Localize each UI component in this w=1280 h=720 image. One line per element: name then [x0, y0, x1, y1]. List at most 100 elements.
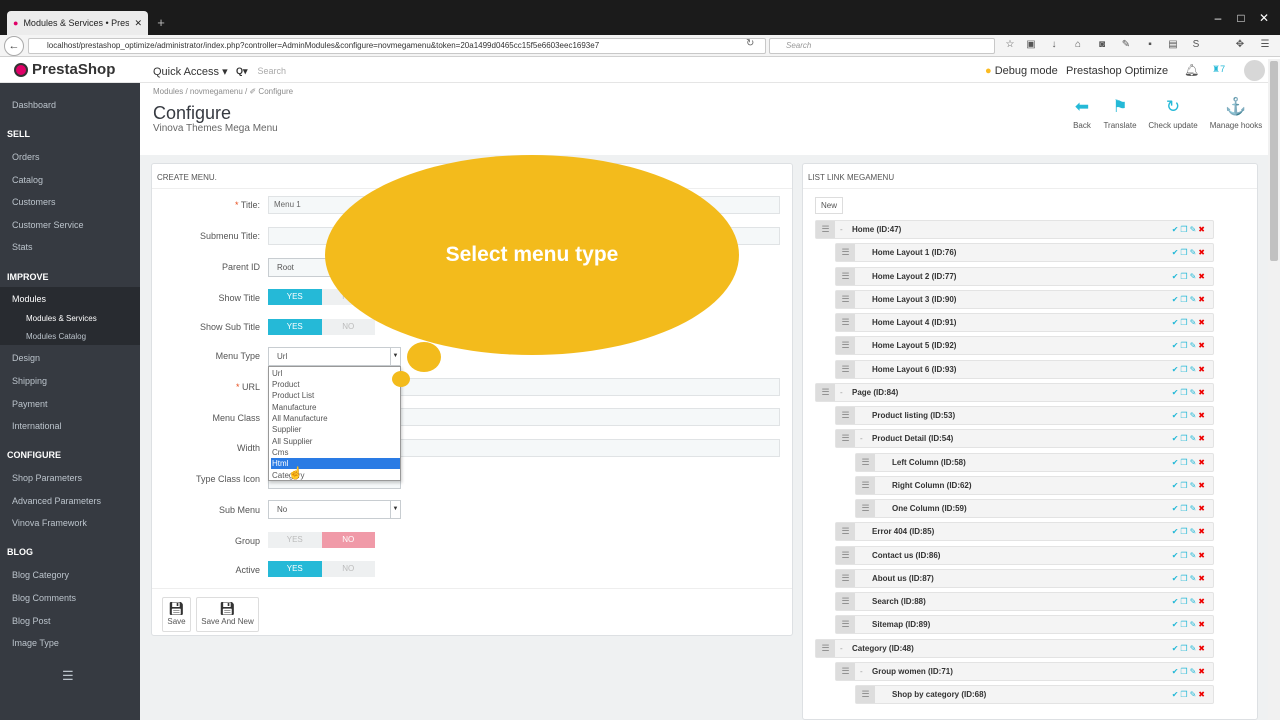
sidebar-item-shop-parameters[interactable]: Shop Parameters: [12, 473, 82, 483]
edit-icon[interactable]: ✎: [1190, 458, 1199, 467]
delete-icon[interactable]: ✖: [1198, 551, 1207, 560]
drag-handle-icon[interactable]: ☰: [836, 547, 855, 564]
drag-handle-icon[interactable]: ☰: [836, 593, 855, 610]
duplicate-icon[interactable]: ❐: [1180, 434, 1189, 443]
delete-icon[interactable]: ✖: [1198, 272, 1207, 281]
edit-icon[interactable]: ✎: [1190, 365, 1199, 374]
sidebar-item-blog-category[interactable]: Blog Category: [12, 570, 69, 580]
delete-icon[interactable]: ✖: [1198, 481, 1207, 490]
edit-icon[interactable]: ✎: [1190, 574, 1199, 583]
sidebar-item-modules[interactable]: Modules: [12, 294, 46, 304]
avatar[interactable]: [1244, 60, 1265, 81]
edit-icon[interactable]: ✎: [1190, 295, 1199, 304]
tree-node[interactable]: ☰ Home Layout 4 (ID:91) ✔❐✎✖: [835, 313, 1214, 332]
tree-node[interactable]: ☰ Sitemap (ID:89) ✔❐✎✖: [835, 615, 1214, 634]
option-cms[interactable]: Cms: [271, 447, 400, 458]
delete-icon[interactable]: ✖: [1198, 365, 1207, 374]
sidebar-item-payment[interactable]: Payment: [12, 399, 48, 409]
drag-handle-icon[interactable]: ☰: [856, 454, 875, 471]
drag-handle-icon[interactable]: ☰: [836, 314, 855, 331]
close-window-icon[interactable]: ✕: [1257, 12, 1271, 24]
edit-icon[interactable]: ✎: [1190, 225, 1199, 234]
duplicate-icon[interactable]: ❐: [1180, 411, 1189, 420]
edit-icon[interactable]: ✎: [1190, 341, 1199, 350]
tree-node[interactable]: ☰ Home Layout 6 (ID:93) ✔❐✎✖: [835, 360, 1214, 379]
duplicate-icon[interactable]: ❐: [1180, 644, 1189, 653]
edit-icon[interactable]: ✎: [1190, 597, 1199, 606]
show-sub-title-toggle[interactable]: YES NO: [268, 319, 375, 335]
duplicate-icon[interactable]: ❐: [1180, 341, 1189, 350]
drag-handle-icon[interactable]: ☰: [816, 384, 835, 401]
duplicate-icon[interactable]: ❐: [1180, 574, 1189, 583]
option-all-manufacture[interactable]: All Manufacture: [271, 413, 400, 424]
collapse-icon[interactable]: -: [840, 640, 843, 657]
drag-handle-icon[interactable]: ☰: [856, 477, 875, 494]
sidebar-item-stats[interactable]: Stats: [12, 242, 33, 252]
new-link-button[interactable]: New: [815, 197, 843, 214]
edit-icon[interactable]: ✎: [1190, 504, 1199, 513]
sidebar-item-advanced-parameters[interactable]: Advanced Parameters: [12, 496, 101, 506]
tree-node[interactable]: ☰ Error 404 (ID:85) ✔❐✎✖: [835, 522, 1214, 541]
reload-icon[interactable]: ↻: [746, 38, 754, 49]
duplicate-icon[interactable]: ❐: [1180, 481, 1189, 490]
drag-handle-icon[interactable]: ☰: [836, 268, 855, 285]
tree-node[interactable]: ☰ - Group women (ID:71) ✔❐✎✖: [835, 662, 1214, 681]
drag-handle-icon[interactable]: ☰: [836, 570, 855, 587]
drag-handle-icon[interactable]: ☰: [836, 407, 855, 424]
address-bar[interactable]: localhost/prestashop_optimize/administra…: [28, 38, 766, 54]
extension-icon[interactable]: ✥: [1233, 38, 1247, 52]
duplicate-icon[interactable]: ❐: [1180, 225, 1189, 234]
maximize-icon[interactable]: □: [1234, 12, 1248, 24]
edit-icon[interactable]: ✎: [1190, 411, 1199, 420]
option-url[interactable]: Url: [271, 368, 400, 379]
edit-icon[interactable]: ✎: [1190, 527, 1199, 536]
extension-icon[interactable]: ▪: [1143, 38, 1157, 52]
browser-back-icon[interactable]: ←: [4, 36, 24, 56]
edit-icon[interactable]: ✎: [1190, 434, 1199, 443]
sidebar-item-blog-comments[interactable]: Blog Comments: [12, 593, 76, 603]
drag-handle-icon[interactable]: ☰: [816, 221, 835, 238]
tree-node[interactable]: ☰ Home Layout 5 (ID:92) ✔❐✎✖: [835, 336, 1214, 355]
delete-icon[interactable]: ✖: [1198, 597, 1207, 606]
debug-mode-indicator[interactable]: ● Debug mode: [985, 65, 1058, 77]
duplicate-icon[interactable]: ❐: [1180, 620, 1189, 629]
duplicate-icon[interactable]: ❐: [1180, 318, 1189, 327]
edit-icon[interactable]: ✎: [1190, 388, 1199, 397]
edit-icon[interactable]: ✎: [1190, 248, 1199, 257]
extension-icon[interactable]: ▤: [1166, 38, 1180, 52]
browser-tab[interactable]: ● Modules & Services • Presta ✕: [7, 11, 148, 35]
bookmark-star-icon[interactable]: ☆: [1003, 38, 1017, 52]
delete-icon[interactable]: ✖: [1198, 295, 1207, 304]
duplicate-icon[interactable]: ❐: [1180, 551, 1189, 560]
delete-icon[interactable]: ✖: [1198, 434, 1207, 443]
drag-handle-icon[interactable]: ☰: [836, 523, 855, 540]
duplicate-icon[interactable]: ❐: [1180, 248, 1189, 257]
drag-handle-icon[interactable]: ☰: [856, 686, 875, 703]
delete-icon[interactable]: ✖: [1198, 574, 1207, 583]
delete-icon[interactable]: ✖: [1198, 411, 1207, 420]
translate-button[interactable]: ⚑ Translate: [1100, 97, 1140, 130]
active-toggle[interactable]: YES NO: [268, 561, 375, 577]
sidebar-item-shipping[interactable]: Shipping: [12, 376, 47, 386]
clipboard-icon[interactable]: ▣: [1024, 38, 1038, 52]
tree-node[interactable]: ☰ One Column (ID:59) ✔❐✎✖: [855, 499, 1214, 518]
browser-search-input[interactable]: Search: [769, 38, 995, 54]
delete-icon[interactable]: ✖: [1198, 225, 1207, 234]
drag-handle-icon[interactable]: ☰: [836, 361, 855, 378]
duplicate-icon[interactable]: ❐: [1180, 295, 1189, 304]
save-and-new-button[interactable]: 💾︎ Save And New: [196, 597, 259, 632]
duplicate-icon[interactable]: ❐: [1180, 527, 1189, 536]
delete-icon[interactable]: ✖: [1198, 667, 1207, 676]
edit-icon[interactable]: ✎: [1190, 318, 1199, 327]
tree-node[interactable]: ☰ About us (ID:87) ✔❐✎✖: [835, 569, 1214, 588]
tree-node[interactable]: ☰ - Category (ID:48) ✔❐✎✖: [815, 639, 1214, 658]
delete-icon[interactable]: ✖: [1198, 504, 1207, 513]
tree-node[interactable]: ☰ Home Layout 1 (ID:76) ✔❐✎✖: [835, 243, 1214, 262]
sidebar-item-orders[interactable]: Orders: [12, 152, 40, 162]
sidebar-subitem-modules-catalog[interactable]: Modules Catalog: [26, 332, 86, 341]
tree-node[interactable]: ☰ Product listing (ID:53) ✔❐✎✖: [835, 406, 1214, 425]
option-manufacture[interactable]: Manufacture: [271, 402, 400, 413]
tree-node[interactable]: ☰ Search (ID:88) ✔❐✎✖: [835, 592, 1214, 611]
sidebar-item-international[interactable]: International: [12, 421, 62, 431]
menu-type-select[interactable]: Url ▼: [268, 347, 401, 366]
